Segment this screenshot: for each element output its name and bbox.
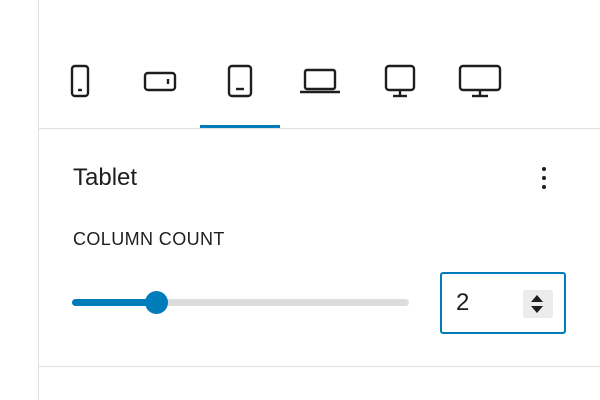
section-divider <box>39 366 600 367</box>
wide-desktop-icon <box>458 64 502 98</box>
tabs-divider <box>39 128 600 129</box>
more-vertical-icon <box>542 167 546 171</box>
column-count-input[interactable]: 2 <box>440 272 566 334</box>
spin-buttons[interactable] <box>523 290 553 318</box>
left-rail <box>0 0 39 400</box>
increment-arrow-icon[interactable] <box>531 295 543 302</box>
tab-mobile-portrait[interactable] <box>45 52 115 128</box>
desktop-icon <box>384 64 416 98</box>
device-tabs <box>39 0 600 128</box>
tab-wide-desktop[interactable] <box>445 52 515 128</box>
column-count-value[interactable]: 2 <box>456 288 469 318</box>
column-count-slider[interactable] <box>72 288 409 318</box>
column-count-label: COLUMN COUNT <box>73 229 225 249</box>
tab-tablet[interactable] <box>200 52 280 128</box>
tablet-icon <box>227 64 253 98</box>
decrement-arrow-icon[interactable] <box>531 306 543 313</box>
slider-thumb[interactable] <box>145 291 168 314</box>
tab-mobile-landscape[interactable] <box>125 52 195 128</box>
section-title: Tablet <box>73 164 138 191</box>
more-options-button[interactable] <box>529 160 559 196</box>
mobile-landscape-icon <box>143 71 177 92</box>
tab-desktop[interactable] <box>365 52 435 128</box>
slider-track <box>72 299 156 306</box>
tab-laptop[interactable] <box>285 52 355 128</box>
laptop-icon <box>300 68 340 94</box>
mobile-portrait-icon <box>70 64 90 98</box>
responsive-settings-panel: Tablet COLUMN COUNT 2 <box>39 0 600 400</box>
